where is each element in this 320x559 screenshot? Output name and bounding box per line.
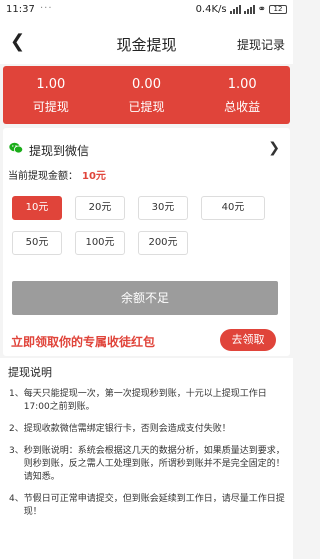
withdraw-card: 提现到微信 ❯ 当前提现金额： 10元 10元 20元 30元 40元 50元 1… [3, 128, 290, 356]
note-text: 秒到账说明：系统会根据这几天的数据分析，如果质量达到要求，则秒到账，反之需人工处… [23, 446, 285, 482]
note-number: 4、 [9, 494, 24, 504]
note-number: 1、 [9, 389, 24, 399]
wifi-icon: ⚭ [257, 4, 266, 15]
stat-label: 可提现 [32, 100, 69, 114]
stat-label: 已提现 [128, 100, 165, 114]
withdraw-method-label: 提现到微信 [29, 144, 90, 158]
chevron-right-icon: ❯ [268, 140, 280, 156]
note-item: 4、 节假日可正常申请提交，但到账会延续到工作日，请尽量工作日提现！ [6, 493, 287, 519]
note-item: 3、 秒到账说明：系统会根据这几天的数据分析，如果质量达到要求，则秒到账，反之需… [6, 445, 287, 484]
wechat-icon [9, 142, 23, 154]
note-text: 提现收款微信需绑定银行卡，否则会造成支付失败！ [23, 424, 231, 434]
note-item: 1、 每天只能提现一次，第一次提现秒到账，十元以上提现工作日17:00之前到账。 [6, 388, 287, 414]
stat-withdrawn: 0.00 已提现 [99, 66, 195, 124]
status-right: 0.4K/s ⚭ 12 [196, 4, 287, 15]
current-amount-label: 当前提现金额： [8, 171, 78, 182]
status-time: 11:37 [6, 4, 35, 15]
battery-icon: 12 [269, 5, 287, 14]
withdraw-method-row[interactable]: 提现到微信 ❯ [3, 138, 290, 162]
balance-stats: 1.00 可提现 0.00 已提现 1.00 总收益 [3, 66, 290, 124]
note-item: 2、 提现收款微信需绑定银行卡，否则会造成支付失败！ [6, 423, 287, 436]
amount-option-200[interactable]: 200元 [138, 231, 188, 255]
nav-bar: ❮ 现金提现 提现记录 [0, 22, 293, 64]
stat-value: 1.00 [227, 77, 257, 92]
claim-button[interactable]: 去领取 [220, 329, 276, 351]
promo-text: 立即领取你的专属收徒红包 [11, 335, 156, 349]
notes-title: 提现说明 [8, 366, 52, 379]
stat-total: 1.00 总收益 [194, 66, 290, 124]
withdraw-submit-button[interactable]: 余额不足 [12, 281, 278, 315]
signal-icon-2 [243, 5, 255, 14]
note-number: 2、 [9, 424, 24, 434]
stat-value: 0.00 [132, 77, 161, 92]
stat-value: 1.00 [36, 77, 66, 92]
status-dots: ··· [40, 3, 53, 14]
note-text: 每天只能提现一次，第一次提现秒到账，十元以上提现工作日17:00之前到账。 [23, 389, 267, 412]
signal-icon [229, 5, 241, 14]
stat-label: 总收益 [224, 100, 261, 114]
amount-option-10[interactable]: 10元 [12, 196, 62, 220]
note-number: 3、 [9, 446, 24, 456]
amount-option-30[interactable]: 30元 [138, 196, 188, 220]
amount-option-20[interactable]: 20元 [75, 196, 125, 220]
current-amount-value: 10元 [82, 171, 106, 182]
amount-option-50[interactable]: 50元 [12, 231, 62, 255]
amount-option-100[interactable]: 100元 [75, 231, 125, 255]
withdraw-notes: 提现说明 1、 每天只能提现一次，第一次提现秒到账，十元以上提现工作日17:00… [0, 358, 293, 559]
current-amount-line: 当前提现金额： 10元 [8, 167, 106, 182]
status-bar: 11:37 ··· 0.4K/s ⚭ 12 [0, 0, 293, 22]
network-speed: 0.4K/s [195, 4, 227, 15]
amount-option-40[interactable]: 40元 [201, 196, 265, 220]
stat-available: 1.00 可提现 [3, 66, 99, 124]
withdraw-record-link[interactable]: 提现记录 [237, 36, 285, 53]
note-text: 节假日可正常申请提交，但到账会延续到工作日，请尽量工作日提现！ [23, 494, 285, 517]
